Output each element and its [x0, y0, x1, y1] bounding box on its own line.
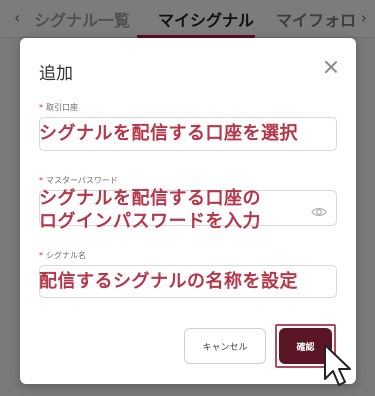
- required-marker: *: [39, 103, 43, 112]
- master-password-value-line1: シグナルを配信する口座の: [39, 188, 261, 209]
- master-password-value-line2: ログインパスワードを入力: [39, 211, 261, 232]
- tab-my-signal[interactable]: マイシグナル: [158, 7, 254, 31]
- signal-name-label-text: シグナル名: [46, 251, 86, 260]
- required-marker: *: [39, 251, 43, 260]
- tab-signal-list[interactable]: シグナル一覧: [34, 7, 130, 31]
- add-signal-dialog: 追加 * 取引口座 シグナルを配信する口座を選択 * マスターパスワード シグナルを…: [20, 38, 356, 384]
- trading-account-label-text: 取引口座: [46, 103, 78, 112]
- trading-account-value: シグナルを配信する口座を選択: [39, 123, 298, 144]
- tab-my-follow[interactable]: マイフォロ: [276, 7, 356, 31]
- cancel-button[interactable]: キャンセル: [184, 328, 266, 364]
- master-password-label: * マスターパスワード: [39, 175, 118, 186]
- required-marker: *: [39, 176, 43, 185]
- chevron-left-icon[interactable]: ‹: [14, 8, 20, 27]
- chevron-right-icon[interactable]: ›: [361, 8, 367, 27]
- signal-name-value: 配信するシグナルの名称を設定: [39, 271, 298, 292]
- eye-icon[interactable]: [311, 204, 327, 220]
- mouse-pointer-icon: [324, 344, 351, 386]
- master-password-label-text: マスターパスワード: [46, 176, 118, 185]
- dialog-title: 追加: [39, 64, 73, 84]
- close-icon[interactable]: [324, 60, 338, 74]
- signal-name-label: * シグナル名: [39, 250, 86, 261]
- trading-account-label: * 取引口座: [39, 102, 78, 113]
- tab-bar: ‹ シグナル一覧 マイシグナル マイフォロ ›: [0, 0, 375, 38]
